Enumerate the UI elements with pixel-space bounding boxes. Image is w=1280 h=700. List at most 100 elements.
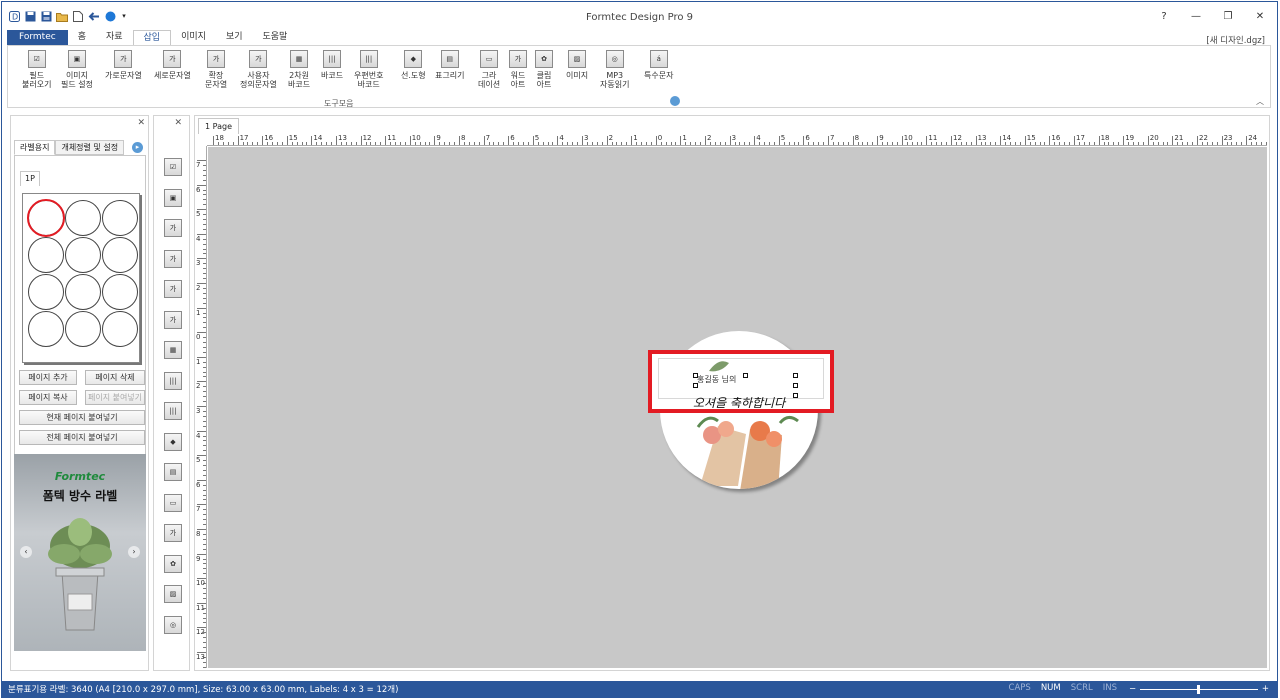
design-canvas[interactable]: 홍길동 님의 오셔을 축하합니다 (208, 147, 1267, 668)
ribbon-button-qr-code[interactable]: ▦ 2차원 바코드 (288, 50, 310, 89)
label-cell[interactable] (27, 199, 65, 237)
label-sheet-preview[interactable] (22, 193, 140, 363)
restore-icon[interactable]: ❐ (1219, 8, 1237, 24)
panel-close-icon[interactable]: ✕ (137, 118, 145, 128)
tab-view[interactable]: 보기 (216, 30, 253, 46)
tab-image[interactable]: 이미지 (171, 30, 216, 46)
label-cell[interactable] (28, 274, 64, 310)
label-cell[interactable] (65, 237, 101, 273)
label-cell[interactable] (28, 237, 64, 273)
zoom-in-icon[interactable]: + (1262, 684, 1269, 694)
copy-page-button[interactable]: 페이지 복사 (19, 390, 77, 405)
ribbon-button-barcode[interactable]: ||| 바코드 (321, 50, 343, 80)
table-icon[interactable]: ▤ (164, 463, 182, 481)
shapes-icon[interactable]: ◆ (164, 432, 182, 451)
ruler-tick (203, 558, 206, 560)
ribbon-button-table[interactable]: ▤ 표그리기 (435, 50, 464, 80)
zoom-slider[interactable]: − + (1129, 683, 1269, 695)
ribbon-dialog-launcher-icon[interactable] (670, 96, 680, 106)
ribbon-button-label: 클립 아트 (536, 71, 552, 89)
ribbon-collapse-icon[interactable]: ︿ (1256, 96, 1264, 107)
help-icon[interactable]: ? (1155, 8, 1173, 24)
page-tab-1-page[interactable]: 1 Page (198, 118, 239, 134)
ribbon-button-image-field[interactable]: ▣ 이미지 필드 설정 (61, 50, 93, 89)
ribbon-button-word-art[interactable]: 가 워드 아트 (509, 50, 527, 89)
minimize-icon[interactable]: — (1187, 8, 1205, 24)
ribbon-button-shapes[interactable]: ◆ 선.도형 (401, 50, 426, 80)
label-cell[interactable] (102, 274, 138, 310)
ribbon-button-vertical-text[interactable]: 가 세로문자열 (154, 50, 191, 80)
resize-handle[interactable] (793, 383, 798, 388)
image-icon[interactable]: ▨ (164, 585, 182, 603)
label-name-text[interactable]: 홍길동 님의 (697, 374, 736, 385)
page-tab-1p[interactable]: 1P (20, 171, 40, 186)
label-cell[interactable] (65, 200, 101, 236)
barcode-icon[interactable]: ||| (164, 371, 182, 390)
ruler-label: 2 (196, 284, 201, 292)
label-cell[interactable] (28, 311, 64, 347)
ribbon-button-field-load[interactable]: ☑ 필드 불러오기 (22, 50, 51, 89)
gradient-icon[interactable]: ▭ (164, 493, 182, 512)
resize-handle[interactable] (693, 383, 698, 388)
zoom-slider-knob[interactable] (1196, 684, 1200, 694)
tab-object-align[interactable]: 개체정렬 및 설정 (55, 140, 125, 155)
tab-label-paper[interactable]: 라벨용지 (14, 140, 56, 155)
selected-text-frame[interactable]: 홍길동 님의 오셔을 축하합니다 (648, 350, 834, 413)
ad-banner[interactable]: Formtec 폼텍 방수 라벨 ‹ › (14, 454, 146, 651)
horizontal-text-icon[interactable]: 가 (164, 219, 182, 237)
ribbon-button-postal-barcode[interactable]: ||| 우편번호 바코드 (354, 50, 383, 89)
postal-barcode-icon[interactable]: ||| (164, 402, 182, 420)
tab-app[interactable]: Formtec (7, 30, 68, 46)
ribbon-button-extended-text[interactable]: 가 확장 문자열 (205, 50, 227, 89)
ruler-tick (739, 142, 741, 145)
resize-handle[interactable] (793, 373, 798, 378)
label-cell[interactable] (102, 200, 138, 236)
label-cell[interactable] (65, 311, 101, 347)
resize-handle[interactable] (793, 393, 798, 398)
field-load-icon[interactable]: ☑ (164, 158, 182, 176)
label-cell[interactable] (102, 237, 138, 273)
ad-next-icon[interactable]: › (128, 546, 140, 558)
add-page-button[interactable]: 페이지 추가 (19, 370, 77, 385)
tab-data[interactable]: 자료 (96, 30, 133, 46)
tab-home[interactable]: 홈 (68, 30, 96, 46)
ruler-label: 6 (196, 480, 201, 489)
tab-help[interactable]: 도움말 (253, 30, 298, 46)
label-script-text[interactable]: 오셔을 축하합니다 (693, 394, 785, 411)
paste-all-pages-button[interactable]: 전체 페이지 붙여넣기 (19, 430, 145, 445)
custom-text-icon[interactable]: 가 (164, 310, 182, 329)
resize-handle[interactable] (693, 373, 698, 378)
close-icon[interactable]: ✕ (1251, 8, 1269, 24)
label-cell[interactable] (65, 274, 101, 310)
tab-insert[interactable]: 삽입 (132, 30, 172, 46)
ribbon-button-horizontal-text[interactable]: 가 가로문자열 (105, 50, 142, 80)
ad-prev-icon[interactable]: ‹ (20, 546, 32, 558)
ruler-tick (768, 142, 770, 145)
resize-handle[interactable] (743, 373, 748, 378)
word-art-icon[interactable]: 가 (164, 524, 182, 542)
ribbon-button-special-char[interactable]: á 특수문자 (644, 50, 673, 80)
ruler-tick (837, 142, 839, 145)
toolbox-close-icon[interactable]: ✕ (174, 118, 182, 128)
vertical-text-icon[interactable]: 가 (164, 249, 182, 268)
ribbon-button-label: 사용자 정의문자열 (240, 71, 277, 89)
clip-art-icon[interactable]: ✿ (164, 554, 182, 573)
mp3-disc-icon[interactable]: ◎ (164, 615, 182, 634)
ruler-tick (709, 142, 711, 145)
ribbon-button-clip-art[interactable]: ✿ 클립 아트 (535, 50, 553, 89)
ruler-tick (203, 450, 206, 452)
zoom-out-icon[interactable]: − (1129, 684, 1136, 694)
ruler-label: 10 (411, 134, 421, 142)
ribbon-button-custom-text[interactable]: 가 사용자 정의문자열 (240, 50, 277, 89)
paste-page-button[interactable]: 페이지 붙여넣기 (85, 390, 145, 405)
image-field-icon[interactable]: ▣ (164, 188, 182, 207)
ribbon-button-mp3-disc[interactable]: ◎ MP3 자동읽기 (600, 50, 629, 89)
extended-text-icon[interactable]: 가 (164, 280, 182, 298)
ribbon-button-gradient[interactable]: ▭ 그라 데이션 (478, 50, 500, 89)
delete-page-button[interactable]: 페이지 삭제 (85, 370, 145, 385)
panel-tab-next-icon[interactable]: ▸ (132, 142, 143, 153)
label-cell[interactable] (102, 311, 138, 347)
qr-code-icon[interactable]: ▦ (164, 341, 182, 359)
ribbon-button-image[interactable]: ▨ 이미지 (566, 50, 588, 80)
paste-current-page-button[interactable]: 현재 페이지 붙여넣기 (19, 410, 145, 425)
